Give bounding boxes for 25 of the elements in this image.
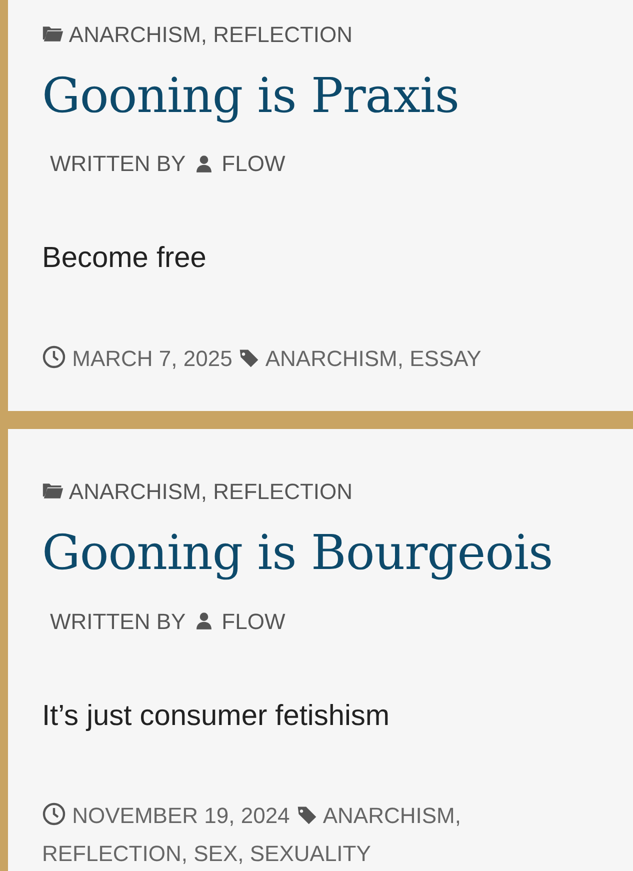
person-icon (194, 611, 214, 632)
tag-link[interactable]: ESSAY (410, 346, 482, 371)
category-link[interactable]: REFLECTION (213, 22, 353, 47)
post-title[interactable]: Gooning is Praxis (42, 65, 603, 128)
tag-icon (296, 804, 318, 826)
clock-icon (42, 344, 66, 369)
category-link[interactable]: ANARCHISM, (68, 479, 208, 504)
tag-link[interactable]: ANARCHISM, (322, 803, 461, 828)
tag-link[interactable]: SEX, (194, 840, 244, 866)
post-date: MARCH 7, 2025 (72, 346, 232, 371)
post-excerpt: It’s just consumer fetishism (42, 698, 391, 734)
author-label: WRITTEN BY (50, 608, 186, 636)
tag-link[interactable]: SEXUALITY (250, 840, 371, 866)
author-label: WRITTEN BY (50, 150, 186, 178)
author-link[interactable]: FLOW (222, 147, 286, 180)
tag-link[interactable]: ANARCHISM, (265, 346, 404, 371)
category-link[interactable]: REFLECTION (213, 479, 353, 504)
post-title[interactable]: Gooning is Bourgeois (42, 522, 603, 585)
post-date: NOVEMBER 19, 2024 (72, 803, 290, 828)
person-icon (194, 154, 214, 174)
tag-link[interactable]: REFLECTION, (42, 840, 188, 866)
clock-icon (42, 802, 66, 826)
post-excerpt: Become free (42, 241, 208, 276)
author-link[interactable]: FLOW (222, 604, 286, 638)
category-link[interactable]: ANARCHISM, (68, 22, 208, 47)
